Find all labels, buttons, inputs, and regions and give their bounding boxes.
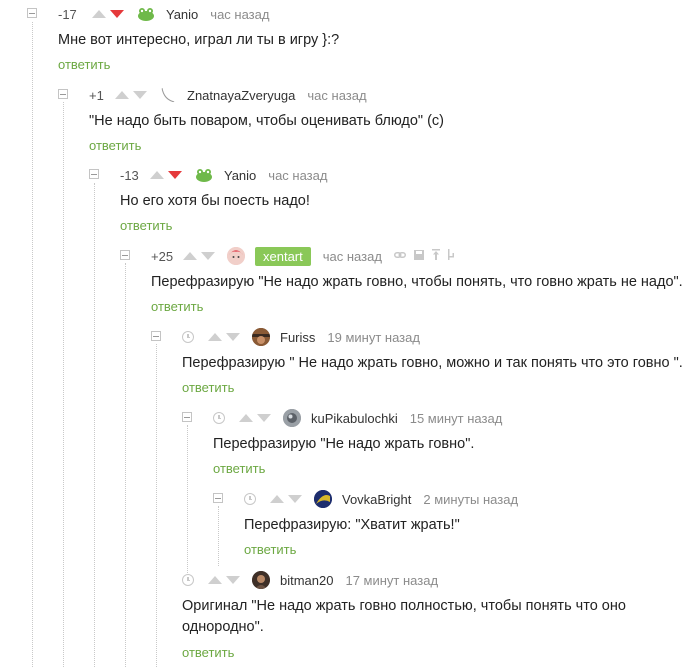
comment-thread: -17 Yanio час назад Мне вот интересно, и…: [0, 0, 700, 667]
thread-line: [187, 425, 188, 573]
comment-time[interactable]: 2 минуты назад: [423, 492, 518, 507]
link-icon[interactable]: [393, 247, 406, 265]
reply-link[interactable]: ответить: [182, 380, 234, 395]
thread-line: [218, 506, 219, 566]
comment-text: Перефразирую: "Хватит жрать!": [244, 517, 460, 533]
upvote-icon[interactable]: [150, 171, 164, 179]
upvote-icon[interactable]: [270, 495, 284, 503]
avatar[interactable]: [252, 328, 270, 346]
comment-text: "Не надо быть поваром, чтобы оценивать б…: [89, 113, 444, 129]
avatar[interactable]: [252, 571, 270, 589]
author-name[interactable]: VovkaBright: [342, 492, 411, 507]
upvote-icon[interactable]: [115, 91, 129, 99]
author-name[interactable]: bitman20: [280, 573, 333, 588]
comment-tools: [393, 247, 454, 265]
author-name[interactable]: xentart: [255, 246, 311, 266]
author-name[interactable]: Furiss: [280, 330, 315, 345]
reply-link[interactable]: ответить: [58, 57, 110, 72]
downvote-icon[interactable]: [288, 495, 302, 503]
reply-link[interactable]: ответить: [213, 461, 265, 476]
collapse-toggle[interactable]: [27, 8, 37, 18]
save-icon[interactable]: [413, 247, 424, 265]
upvote-icon[interactable]: [239, 414, 253, 422]
comment-rating: +1: [89, 87, 104, 103]
avatar[interactable]: [159, 86, 177, 104]
reply-link[interactable]: ответить: [120, 218, 172, 233]
avatar[interactable]: [136, 6, 156, 22]
reply-link[interactable]: ответить: [89, 138, 141, 153]
collapse-toggle[interactable]: [182, 412, 192, 422]
comment-text: Перефразирую " Не надо жрать говно, можн…: [182, 355, 683, 371]
clock-icon: [182, 331, 194, 343]
author-name[interactable]: Yanio: [166, 7, 198, 22]
thread-line: [125, 263, 126, 667]
comment-time[interactable]: час назад: [210, 7, 269, 22]
branch-icon[interactable]: [447, 247, 454, 265]
comment-time[interactable]: час назад: [268, 168, 327, 183]
upvote-icon[interactable]: [208, 576, 222, 584]
comment-time[interactable]: час назад: [307, 88, 366, 103]
reply-link[interactable]: ответить: [244, 542, 296, 557]
downvote-icon[interactable]: [226, 333, 240, 341]
comment-rating: +25: [151, 248, 174, 264]
thread-line: [32, 22, 33, 667]
reply-link[interactable]: ответить: [182, 645, 234, 660]
author-name[interactable]: ZnatnayaZveryuga: [187, 88, 295, 103]
clock-icon: [244, 493, 256, 505]
avatar[interactable]: [194, 167, 214, 183]
comment-text: Мне вот интересно, играл ли ты в игру }:…: [58, 32, 340, 48]
collapse-toggle[interactable]: [89, 169, 99, 179]
comment-text: Но его хотя бы поесть надо!: [120, 193, 310, 209]
upvote-icon[interactable]: [183, 252, 197, 260]
reply-link[interactable]: ответить: [151, 299, 203, 314]
comment-rating: -17: [58, 6, 77, 22]
comment-text: Перефразирую "Не надо жрать говно, чтобы…: [151, 274, 683, 290]
downvote-icon[interactable]: [201, 252, 215, 260]
avatar[interactable]: [314, 490, 332, 508]
downvote-icon[interactable]: [110, 10, 124, 18]
author-name[interactable]: kuPikabulochki: [311, 411, 398, 426]
comment-text: Перефразирую "Не надо жрать говно".: [213, 436, 475, 452]
avatar[interactable]: [227, 247, 245, 265]
author-name[interactable]: Yanio: [224, 168, 256, 183]
downvote-icon[interactable]: [226, 576, 240, 584]
comment-rating: -13: [120, 167, 139, 183]
upvote-icon[interactable]: [208, 333, 222, 341]
pin-icon[interactable]: [431, 247, 440, 265]
downvote-icon[interactable]: [133, 91, 147, 99]
comment-text-line: Оригинал "Не надо жрать говно полностью,…: [182, 598, 626, 614]
comment-time[interactable]: 15 минут назад: [410, 411, 503, 426]
comment-text-line: однородно".: [182, 619, 264, 635]
clock-icon: [213, 412, 225, 424]
thread-line: [156, 344, 157, 667]
upvote-icon[interactable]: [92, 10, 106, 18]
comment-time[interactable]: 19 минут назад: [327, 330, 420, 345]
collapse-toggle[interactable]: [213, 493, 223, 503]
comment-text: Оригинал "Не надо жрать говно полностью,…: [182, 596, 626, 638]
collapse-toggle[interactable]: [151, 331, 161, 341]
comment-time[interactable]: 17 минут назад: [345, 573, 438, 588]
comment-time[interactable]: час назад: [323, 249, 382, 264]
downvote-icon[interactable]: [257, 414, 271, 422]
collapse-toggle[interactable]: [58, 89, 68, 99]
thread-line: [94, 183, 95, 667]
collapse-toggle[interactable]: [120, 250, 130, 260]
downvote-icon[interactable]: [168, 171, 182, 179]
avatar[interactable]: [283, 409, 301, 427]
clock-icon: [182, 574, 194, 586]
thread-line: [63, 102, 64, 667]
